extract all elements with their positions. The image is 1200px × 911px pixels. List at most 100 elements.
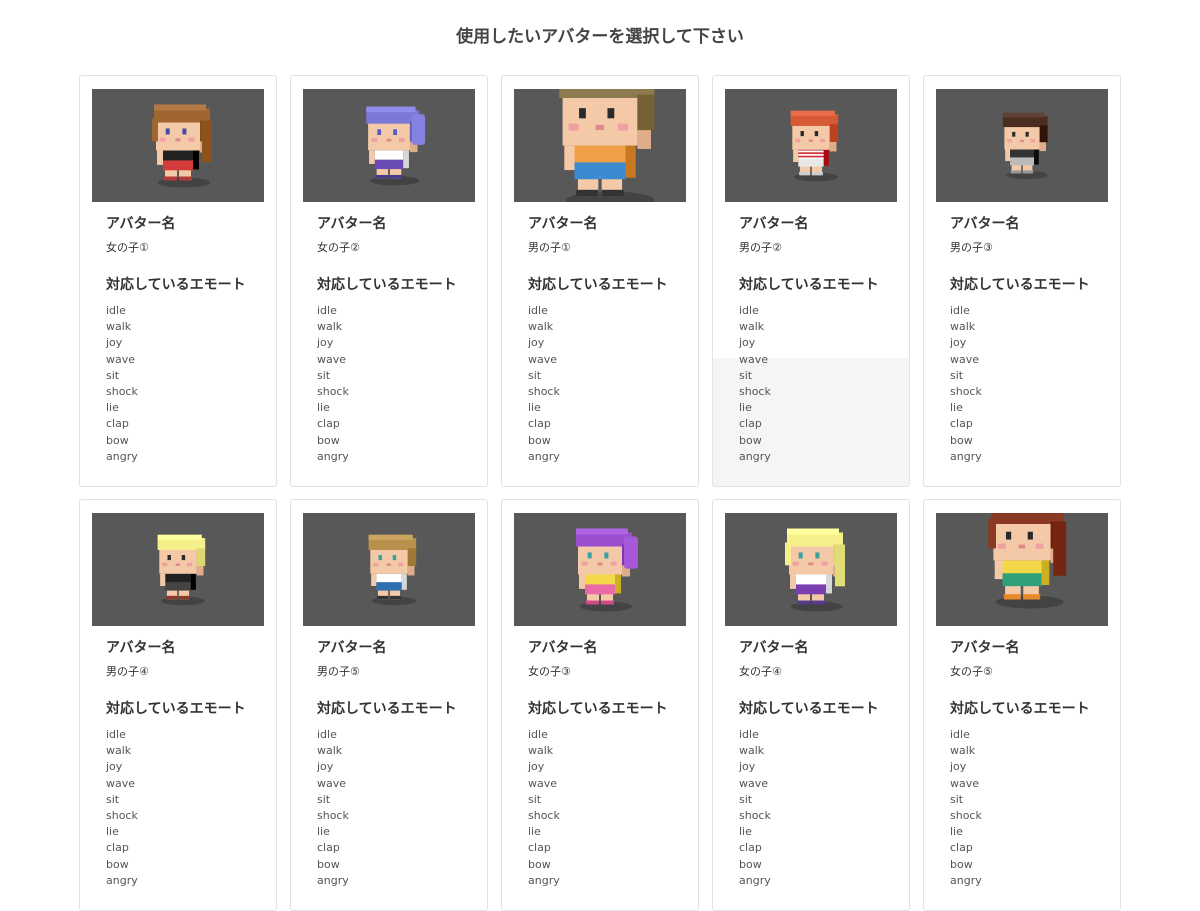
- emote-item: lie: [528, 401, 541, 415]
- avatar-name-heading: アバター名: [528, 216, 598, 232]
- emote-item: shock: [950, 809, 982, 823]
- avatar-thumbnail[interactable]: [92, 513, 264, 626]
- emote-item: clap: [317, 417, 340, 431]
- avatar-thumbnail[interactable]: [514, 89, 686, 202]
- emote-item: walk: [528, 320, 554, 334]
- avatar-name: 女の子④: [739, 665, 782, 678]
- emote-list: idle walk joy wave sit shock lie clap bow angry: [528, 727, 692, 889]
- emote-item: angry: [739, 449, 771, 463]
- emote-item: walk: [528, 744, 554, 758]
- emote-item: shock: [528, 385, 560, 399]
- avatar-figure-icon: [576, 528, 638, 612]
- avatar-thumbnail[interactable]: [936, 513, 1108, 626]
- emote-item: wave: [528, 776, 558, 790]
- avatar-info: アバター名 男の子③ 対応しているエモート idle walk joy wave sit sho…: [950, 214, 1114, 465]
- emote-item: wave: [739, 776, 769, 790]
- emote-item: idle: [950, 728, 970, 741]
- emote-item: joy: [950, 336, 967, 350]
- emote-item: sit: [950, 368, 964, 382]
- avatar-thumbnail[interactable]: [303, 89, 475, 202]
- emote-item: walk: [106, 744, 132, 758]
- emote-item: lie: [317, 825, 330, 839]
- emote-item: wave: [950, 352, 980, 366]
- emote-item: lie: [950, 401, 963, 415]
- emote-heading: 対応しているエモート: [739, 701, 879, 717]
- emote-item: sit: [950, 792, 964, 806]
- avatar-card[interactable]: アバター名 女の子① 対応しているエモート idle walk joy wave sit sho…: [79, 75, 277, 487]
- avatar-name: 女の子⑤: [950, 665, 993, 678]
- avatar-card[interactable]: アバター名 男の子③ 対応しているエモート idle walk joy wave sit sho…: [923, 75, 1121, 487]
- emote-item: shock: [739, 385, 771, 399]
- emote-item: idle: [950, 304, 970, 317]
- emote-item: lie: [317, 401, 330, 415]
- avatar-card[interactable]: アバター名 女の子② 対応しているエモート idle walk joy wave sit sho…: [290, 75, 488, 487]
- emote-item: idle: [739, 728, 759, 741]
- emote-item: sit: [317, 792, 331, 806]
- emote-item: shock: [317, 385, 349, 399]
- avatar-card[interactable]: アバター名 男の子⑤ 対応しているエモート idle walk joy wave sit sho…: [290, 499, 488, 911]
- avatar-thumbnail[interactable]: [92, 89, 264, 202]
- avatar-name: 男の子②: [739, 241, 782, 254]
- emote-item: angry: [950, 873, 982, 887]
- avatar-thumbnail[interactable]: [514, 513, 686, 626]
- emote-item: walk: [317, 320, 343, 334]
- avatar-thumbnail[interactable]: [936, 89, 1108, 202]
- emote-item: walk: [739, 320, 765, 334]
- avatar-card[interactable]: アバター名 女の子④ 対応しているエモート idle walk joy wave sit sho…: [712, 499, 910, 911]
- avatar-card[interactable]: アバター名 女の子⑤ 対応しているエモート idle walk joy wave sit sho…: [923, 499, 1121, 911]
- avatar-figure-icon: [152, 104, 212, 188]
- emote-item: wave: [317, 352, 347, 366]
- avatar-info: アバター名 女の子④ 対応しているエモート idle walk joy wave sit sho…: [739, 638, 903, 889]
- emote-item: lie: [739, 825, 752, 839]
- avatar-info: アバター名 女の子③ 対応しているエモート idle walk joy wave sit sho…: [528, 638, 692, 889]
- avatar-thumbnail[interactable]: [303, 513, 475, 626]
- avatar-name: 男の子①: [528, 241, 571, 254]
- emote-item: wave: [950, 776, 980, 790]
- emote-item: clap: [950, 841, 973, 855]
- emote-item: sit: [739, 792, 753, 806]
- avatar-name: 男の子⑤: [317, 665, 360, 678]
- emote-item: wave: [739, 352, 769, 366]
- emote-item: joy: [739, 760, 756, 774]
- avatar-card[interactable]: アバター名 女の子③ 対応しているエモート idle walk joy wave sit sho…: [501, 499, 699, 911]
- emote-item: walk: [950, 744, 976, 758]
- emote-heading: 対応しているエモート: [106, 277, 246, 293]
- emote-item: walk: [317, 744, 343, 758]
- emote-item: idle: [106, 728, 126, 741]
- avatar-name-heading: アバター名: [106, 216, 176, 232]
- emote-item: idle: [739, 304, 759, 317]
- avatar-card[interactable]: アバター名 男の子① 対応しているエモート idle walk joy wave sit sho…: [501, 75, 699, 487]
- avatar-info: アバター名 男の子④ 対応しているエモート idle walk joy wave sit sho…: [106, 638, 270, 889]
- emote-item: bow: [106, 857, 129, 871]
- emote-item: shock: [106, 385, 138, 399]
- emote-item: bow: [106, 433, 129, 447]
- emote-heading: 対応しているエモート: [950, 701, 1090, 717]
- emote-item: idle: [106, 304, 126, 317]
- emote-item: lie: [106, 825, 119, 839]
- avatar-name-heading: アバター名: [739, 216, 809, 232]
- avatar-name-heading: アバター名: [950, 216, 1020, 232]
- emote-item: clap: [106, 417, 129, 431]
- emote-item: sit: [739, 368, 753, 382]
- emote-item: bow: [739, 857, 762, 871]
- emote-list: idle walk joy wave sit shock lie clap bow angry: [528, 303, 692, 465]
- emote-item: clap: [106, 841, 129, 855]
- avatar-info: アバター名 女の子⑤ 対応しているエモート idle walk joy wave sit sho…: [950, 638, 1114, 889]
- avatar-card[interactable]: アバター名 男の子④ 対応しているエモート idle walk joy wave sit sho…: [79, 499, 277, 911]
- avatar-info: アバター名 女の子② 対応しているエモート idle walk joy wave sit sho…: [317, 214, 481, 465]
- emote-item: shock: [106, 809, 138, 823]
- emote-item: lie: [528, 825, 541, 839]
- emote-item: bow: [317, 857, 340, 871]
- emote-item: angry: [528, 449, 560, 463]
- emote-heading: 対応しているエモート: [950, 277, 1090, 293]
- emote-item: idle: [528, 304, 548, 317]
- emote-list: idle walk joy wave sit shock lie clap bow angry: [950, 727, 1114, 889]
- avatar-thumbnail[interactable]: [725, 513, 897, 626]
- avatar-thumbnail[interactable]: [725, 89, 897, 202]
- avatar-figure-icon: [988, 513, 1067, 609]
- avatar-card[interactable]: アバター名 男の子② 対応しているエモート idle walk joy wave sit sho…: [712, 75, 910, 487]
- avatar-name-heading: アバター名: [739, 640, 809, 656]
- emote-item: clap: [739, 841, 762, 855]
- emote-item: bow: [950, 433, 973, 447]
- avatar-figure-icon: [790, 110, 839, 182]
